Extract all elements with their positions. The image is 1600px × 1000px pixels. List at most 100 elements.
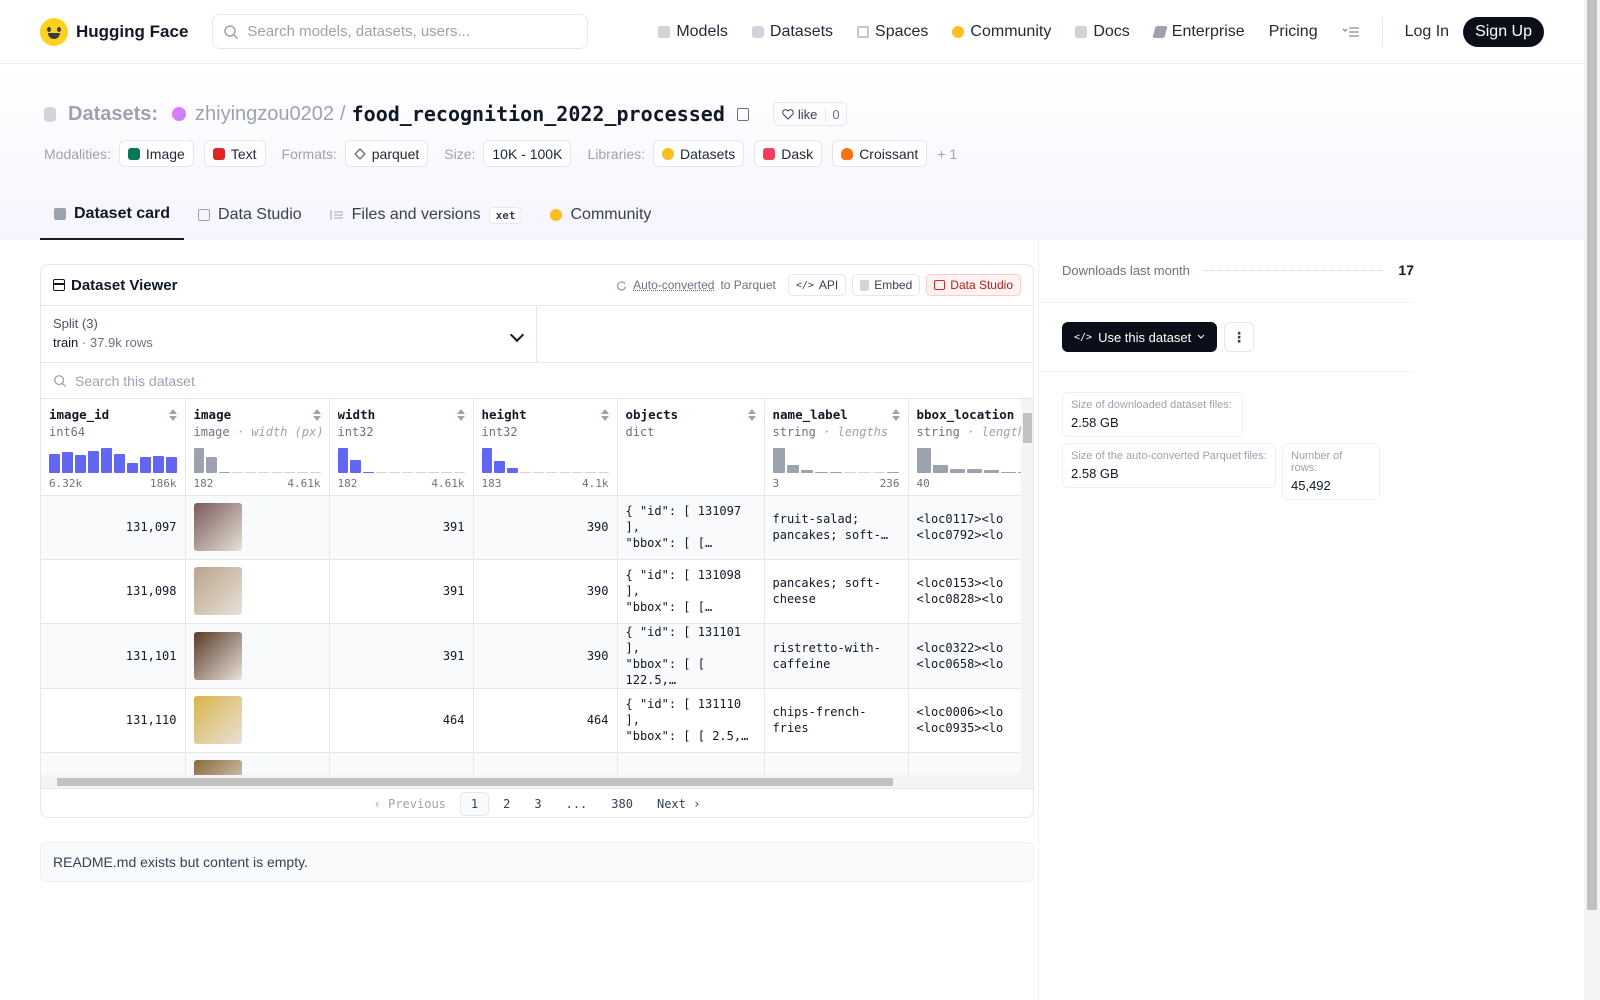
pager-previous[interactable]: ‹ Previous xyxy=(364,793,456,815)
auto-converted-link[interactable]: Auto-converted xyxy=(633,278,714,292)
histogram-bar[interactable] xyxy=(844,472,857,473)
nav-docs[interactable]: Docs xyxy=(1065,17,1139,47)
histogram-bar[interactable] xyxy=(872,472,886,473)
histogram-bar[interactable] xyxy=(950,469,966,473)
histogram-bar[interactable] xyxy=(546,472,557,473)
histogram-bar[interactable] xyxy=(772,448,785,473)
table-row[interactable]: 131,098 391 390{ "id": [ 131098 ], "bbox":… xyxy=(41,559,1033,624)
pager-page[interactable]: 380 xyxy=(601,793,643,815)
pager-page[interactable]: 2 xyxy=(493,793,520,815)
table-row[interactable]: 131,110 464 464{ "id": [ 131110 ], "bbox":… xyxy=(41,688,1033,753)
global-search-input[interactable] xyxy=(247,23,578,40)
column-header[interactable]: image_id int64 6.32k 186k xyxy=(41,399,186,496)
more-tags[interactable]: + 1 xyxy=(937,146,957,162)
histogram-bar[interactable] xyxy=(245,472,257,473)
tab-data-studio[interactable]: Data Studio xyxy=(184,190,316,240)
sort-icon[interactable] xyxy=(312,409,321,421)
histogram-bar[interactable] xyxy=(309,472,321,473)
histogram-bar[interactable] xyxy=(453,472,465,473)
histogram-bar[interactable] xyxy=(165,457,177,473)
table-row[interactable] xyxy=(41,752,1033,775)
histogram-bar[interactable] xyxy=(193,448,205,473)
sort-icon[interactable] xyxy=(600,409,609,421)
histogram-bar[interactable] xyxy=(402,472,413,473)
table-row[interactable]: 131,097 391 390{ "id": [ 131097 ], "bbox":… xyxy=(41,495,1033,560)
table-horizontal-scroll-thumb[interactable] xyxy=(57,778,893,786)
tag-size[interactable]: 10K - 100K xyxy=(483,140,572,167)
column-header[interactable]: bbox_location string · lengths 40 xyxy=(908,399,1033,496)
image-thumbnail[interactable] xyxy=(193,760,242,775)
signup-button[interactable]: Sign Up xyxy=(1463,16,1544,47)
tag-text[interactable]: Text xyxy=(203,140,266,167)
histogram-bar[interactable] xyxy=(74,454,86,473)
pager-next[interactable]: Next › xyxy=(647,793,710,815)
sort-icon[interactable] xyxy=(747,409,756,421)
nav-models[interactable]: Models xyxy=(648,17,738,47)
histogram-bar[interactable] xyxy=(296,472,308,473)
histogram-bar[interactable] xyxy=(481,448,493,473)
brand-link[interactable]: Hugging Face xyxy=(40,17,188,46)
histogram-bar[interactable] xyxy=(363,471,375,473)
nav-spaces[interactable]: Spaces xyxy=(847,17,938,47)
column-header[interactable]: image image · width (px) 182 4.61k xyxy=(185,399,330,496)
histogram-bar[interactable] xyxy=(967,469,982,473)
sort-icon[interactable] xyxy=(891,409,900,421)
dataset-name[interactable]: food_recognition_2022_processed xyxy=(352,102,725,126)
histogram-bar[interactable] xyxy=(983,470,999,473)
use-dataset-button[interactable]: </> Use this dataset xyxy=(1062,322,1218,352)
histogram-bar[interactable] xyxy=(389,472,401,473)
histogram-bar[interactable] xyxy=(440,472,452,473)
pager-page[interactable]: 3 xyxy=(524,793,551,815)
histogram-bar[interactable] xyxy=(283,472,295,473)
histogram-bar[interactable] xyxy=(494,461,506,473)
histogram-bar[interactable] xyxy=(113,453,125,473)
tab-dataset-card[interactable]: Dataset card xyxy=(40,190,185,240)
histogram-bar[interactable] xyxy=(801,470,814,473)
histogram-bar[interactable] xyxy=(786,465,800,473)
nav-datasets[interactable]: Datasets xyxy=(742,17,843,47)
owner-link[interactable]: zhiyingzou0202 xyxy=(195,103,334,126)
histogram-bar[interactable] xyxy=(350,460,362,473)
histogram-bar[interactable] xyxy=(584,472,596,473)
histogram-bar[interactable] xyxy=(232,472,244,473)
tag-dask[interactable]: Dask xyxy=(754,140,823,167)
image-thumbnail[interactable] xyxy=(193,567,242,615)
column-header[interactable]: width int32 182 4.61k xyxy=(329,399,474,496)
histogram-bar[interactable] xyxy=(1000,471,1016,473)
sort-icon[interactable] xyxy=(456,409,465,421)
histogram-bar[interactable] xyxy=(815,471,828,473)
table-vertical-scroll-thumb[interactable] xyxy=(1023,413,1032,443)
tag-image[interactable]: Image xyxy=(118,140,194,167)
section-link[interactable]: Datasets: xyxy=(68,103,158,126)
histogram-bar[interactable] xyxy=(427,472,439,473)
histogram-bar[interactable] xyxy=(829,471,843,473)
histogram-bar[interactable] xyxy=(887,471,900,473)
table-row[interactable]: 131,101 391 390{ "id": [ 131101 ], "bbox":… xyxy=(41,623,1033,689)
more-options-button[interactable]: ⋮ xyxy=(1224,322,1254,352)
login-link[interactable]: Log In xyxy=(1395,17,1459,47)
api-button[interactable]: </> API xyxy=(787,274,847,296)
data-studio-button[interactable]: Data Studio xyxy=(926,274,1021,296)
nav-pricing[interactable]: Pricing xyxy=(1259,17,1328,47)
image-thumbnail[interactable] xyxy=(193,696,242,744)
histogram-bar[interactable] xyxy=(571,472,583,473)
histogram-bar[interactable] xyxy=(337,448,349,473)
histogram-bar[interactable] xyxy=(87,450,99,473)
histogram-bar[interactable] xyxy=(597,472,609,473)
column-header[interactable]: height int32 183 4.1k xyxy=(473,399,618,496)
histogram-bar[interactable] xyxy=(858,472,871,473)
histogram-bar[interactable] xyxy=(219,471,231,473)
copy-icon[interactable] xyxy=(736,107,749,121)
tag-datasets-lib[interactable]: Datasets xyxy=(653,140,745,167)
page-scrollbar[interactable] xyxy=(1584,0,1600,1000)
tab-community[interactable]: Community xyxy=(536,190,665,240)
table-vertical-scrollbar[interactable] xyxy=(1021,399,1033,775)
pager-page[interactable]: 1 xyxy=(459,792,490,816)
image-thumbnail[interactable] xyxy=(193,631,242,680)
histogram-bar[interactable] xyxy=(933,465,949,473)
histogram-bar[interactable] xyxy=(139,457,151,473)
table-horizontal-scrollbar[interactable] xyxy=(41,775,1033,789)
split-select[interactable]: Split (3) train · 37.9k rows xyxy=(41,306,537,362)
histogram-bar[interactable] xyxy=(507,467,519,473)
tag-parquet[interactable]: parquet xyxy=(344,140,429,167)
